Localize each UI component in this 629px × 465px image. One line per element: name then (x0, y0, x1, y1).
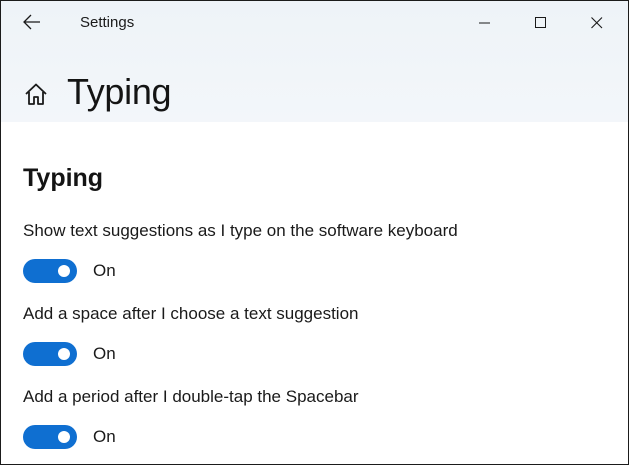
setting-label: Add a space after I choose a text sugges… (23, 304, 359, 323)
section-title: Typing (23, 164, 104, 192)
maximize-button[interactable] (513, 1, 569, 45)
toggle-state-label: On (93, 344, 116, 363)
header-area: Settings Typing (1, 1, 628, 122)
toggle-row: On (23, 342, 116, 366)
content-area: Typing Show text suggestions as I type o… (23, 159, 613, 449)
home-icon[interactable] (23, 81, 49, 107)
setting-label: Show text suggestions as I type on the s… (23, 221, 458, 240)
app-title: Settings (80, 14, 135, 31)
close-icon (591, 17, 603, 29)
close-button[interactable] (569, 1, 625, 45)
arrow-left-icon (23, 14, 40, 30)
toggle-row: On (23, 259, 116, 283)
settings-window: Settings Typing Typing Show text suggest… (0, 0, 629, 465)
toggle-state-label: On (93, 261, 116, 280)
toggle-state-label: On (93, 427, 116, 446)
toggle-knob (58, 265, 70, 277)
title-bar: Settings (1, 1, 628, 45)
back-button[interactable] (15, 7, 49, 37)
setting-label: Add a period after I double-tap the Spac… (23, 387, 359, 406)
page-title: Typing (67, 71, 172, 112)
add-period-toggle[interactable] (23, 425, 77, 449)
text-suggestions-toggle[interactable] (23, 259, 77, 283)
toggle-knob (58, 348, 70, 360)
minimize-button[interactable] (457, 1, 513, 45)
minimize-icon (479, 22, 490, 24)
toggle-row: On (23, 425, 116, 449)
page-header: Typing (1, 61, 628, 121)
toggle-knob (58, 431, 70, 443)
add-space-toggle[interactable] (23, 342, 77, 366)
maximize-icon (535, 17, 546, 28)
